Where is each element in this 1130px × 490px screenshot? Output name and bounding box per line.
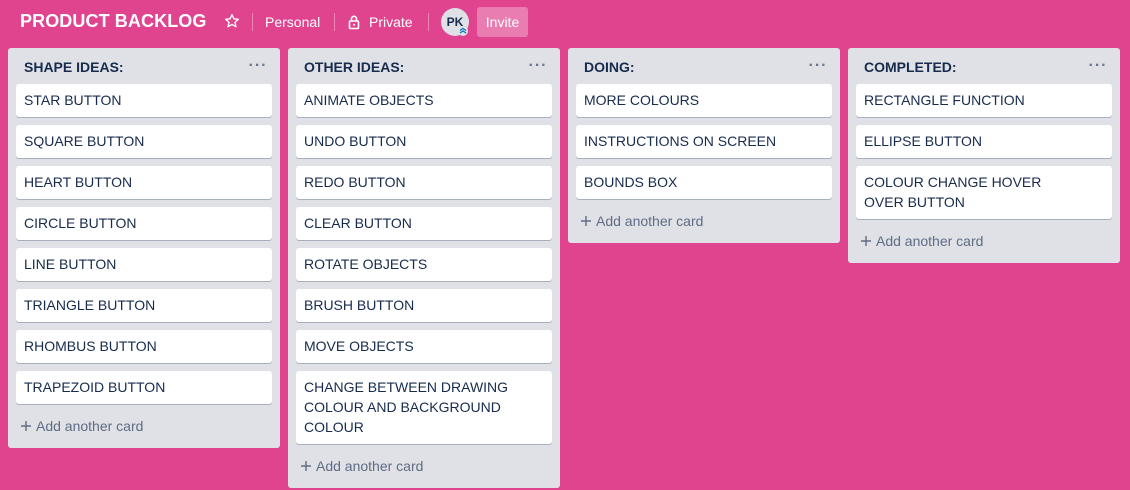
list-title[interactable]: OTHER IDEAS: <box>304 59 404 75</box>
card[interactable]: TRAPEZOID BUTTON <box>16 371 272 404</box>
card[interactable]: RECTANGLE FUNCTION <box>856 84 1112 117</box>
list-title[interactable]: COMPLETED: <box>864 59 957 75</box>
add-card-label: Add another card <box>316 458 424 474</box>
list-menu-icon[interactable]: ··· <box>526 56 550 76</box>
list-header: DOING: ··· <box>568 48 840 84</box>
list-menu-icon[interactable]: ··· <box>806 56 830 76</box>
list-menu-icon[interactable]: ··· <box>1086 56 1110 76</box>
plus-icon <box>861 236 871 246</box>
add-card-button[interactable]: Add another card <box>16 412 272 448</box>
list-other-ideas: OTHER IDEAS: ··· ANIMATE OBJECTS UNDO BU… <box>288 48 560 488</box>
card[interactable]: LINE BUTTON <box>16 248 272 281</box>
card[interactable]: REDO BUTTON <box>296 166 552 199</box>
star-icon <box>225 14 239 28</box>
card[interactable]: ELLIPSE BUTTON <box>856 125 1112 158</box>
list-doing: DOING: ··· MORE COLOURS INSTRUCTIONS ON … <box>568 48 840 243</box>
card[interactable]: HEART BUTTON <box>16 166 272 199</box>
plus-icon <box>21 421 31 431</box>
add-card-label: Add another card <box>876 233 984 249</box>
list-header: OTHER IDEAS: ··· <box>288 48 560 84</box>
plus-icon <box>581 216 591 226</box>
lock-icon <box>348 15 360 30</box>
list-header: COMPLETED: ··· <box>848 48 1120 84</box>
card[interactable]: BOUNDS BOX <box>576 166 832 199</box>
list-shape-ideas: SHAPE IDEAS: ··· STAR BUTTON SQUARE BUTT… <box>8 48 280 448</box>
list-completed: COMPLETED: ··· RECTANGLE FUNCTION ELLIPS… <box>848 48 1120 263</box>
card[interactable]: ANIMATE OBJECTS <box>296 84 552 117</box>
card[interactable]: RHOMBUS BUTTON <box>16 330 272 363</box>
board-title[interactable]: PRODUCT BACKLOG <box>20 11 207 32</box>
add-card-button[interactable]: Add another card <box>856 227 1112 263</box>
visibility-button[interactable]: Private <box>369 14 413 30</box>
header-divider <box>428 13 429 31</box>
board-header: PRODUCT BACKLOG Personal Private PK Invi… <box>0 0 1130 44</box>
star-button[interactable] <box>222 11 242 31</box>
card[interactable]: CHANGE BETWEEN DRAWING COLOUR AND BACKGR… <box>296 371 552 444</box>
card[interactable]: BRUSH BUTTON <box>296 289 552 322</box>
admin-badge-icon <box>458 26 468 36</box>
add-card-button[interactable]: Add another card <box>576 207 832 243</box>
card-list: RECTANGLE FUNCTION ELLIPSE BUTTON COLOUR… <box>848 84 1120 219</box>
add-card-button[interactable]: Add another card <box>296 452 552 488</box>
invite-button[interactable]: Invite <box>477 7 528 37</box>
card[interactable]: ROTATE OBJECTS <box>296 248 552 281</box>
card[interactable]: COLOUR CHANGE HOVER OVER BUTTON <box>856 166 1112 219</box>
list-title[interactable]: SHAPE IDEAS: <box>24 59 124 75</box>
card[interactable]: CIRCLE BUTTON <box>16 207 272 240</box>
list-menu-icon[interactable]: ··· <box>246 56 270 76</box>
card-list: ANIMATE OBJECTS UNDO BUTTON REDO BUTTON … <box>288 84 560 444</box>
card-list: MORE COLOURS INSTRUCTIONS ON SCREEN BOUN… <box>568 84 840 199</box>
card[interactable]: MOVE OBJECTS <box>296 330 552 363</box>
header-divider <box>334 13 335 31</box>
card[interactable]: CLEAR BUTTON <box>296 207 552 240</box>
card[interactable]: TRIANGLE BUTTON <box>16 289 272 322</box>
card[interactable]: MORE COLOURS <box>576 84 832 117</box>
add-card-label: Add another card <box>36 418 144 434</box>
add-card-label: Add another card <box>596 213 704 229</box>
list-header: SHAPE IDEAS: ··· <box>8 48 280 84</box>
list-title[interactable]: DOING: <box>584 59 635 75</box>
plus-icon <box>301 461 311 471</box>
card[interactable]: SQUARE BUTTON <box>16 125 272 158</box>
header-divider <box>252 13 253 31</box>
card-list: STAR BUTTON SQUARE BUTTON HEART BUTTON C… <box>8 84 280 404</box>
card[interactable]: INSTRUCTIONS ON SCREEN <box>576 125 832 158</box>
card[interactable]: STAR BUTTON <box>16 84 272 117</box>
team-button[interactable]: Personal <box>265 14 320 30</box>
card[interactable]: UNDO BUTTON <box>296 125 552 158</box>
